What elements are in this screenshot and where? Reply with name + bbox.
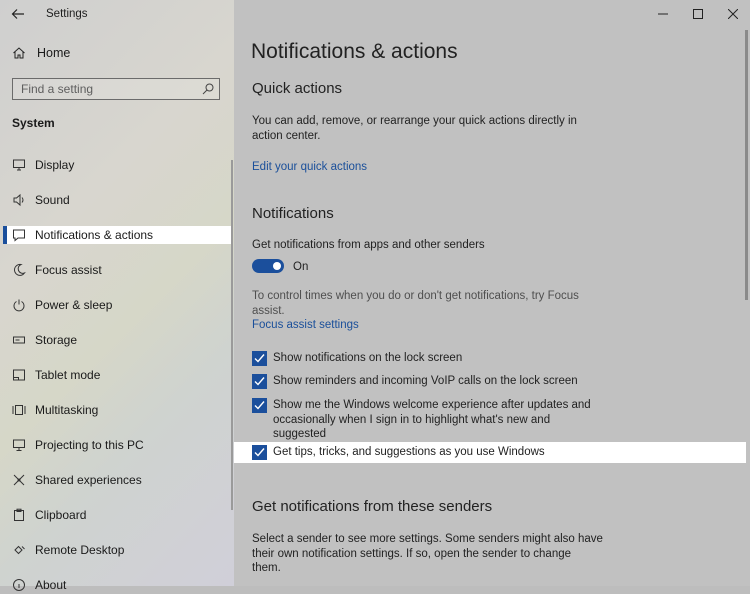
checkbox-lock-screen[interactable]: Show notifications on the lock screen xyxy=(252,351,462,366)
focus-assist-settings-link[interactable]: Focus assist settings xyxy=(252,319,359,331)
focus-assist-text: To control times when you do or don't ge… xyxy=(252,289,579,318)
checkbox[interactable] xyxy=(252,351,267,366)
checkmark-icon xyxy=(254,377,265,386)
sidebar-item-label: About xyxy=(35,578,67,592)
tablet-icon xyxy=(12,368,26,382)
page-title: Notifications & actions xyxy=(251,40,458,63)
notifications-toggle[interactable] xyxy=(252,259,284,273)
edit-quick-actions-link[interactable]: Edit your quick actions xyxy=(252,161,367,173)
home-label: Home xyxy=(37,46,71,60)
sidebar-item-label: Power & sleep xyxy=(35,298,113,312)
sidebar-item-power-sleep[interactable]: Power & sleep xyxy=(3,296,232,314)
checkbox-label-line: Show me the Windows welcome experience a… xyxy=(273,399,591,411)
senders-description-line: their own notification settings. If so, … xyxy=(252,547,572,560)
section-label-system: System xyxy=(12,116,55,130)
moon-icon xyxy=(12,263,26,277)
notifications-toggle-label: Get notifications from apps and other se… xyxy=(252,239,485,251)
search-icon[interactable] xyxy=(201,82,215,96)
main-content: Notifications & actions Quick actions Yo… xyxy=(234,0,750,586)
home-icon xyxy=(13,47,25,59)
toggle-state-label: On xyxy=(293,261,309,273)
sidebar-item-remote-desktop[interactable]: Remote Desktop xyxy=(3,541,232,559)
sidebar-item-label: Shared experiences xyxy=(35,473,142,487)
checkbox-label-line: occasionally when I sign in to highlight… xyxy=(273,413,551,426)
sidebar-item-projecting[interactable]: Projecting to this PC xyxy=(3,436,232,454)
senders-description-line: them. xyxy=(252,562,281,574)
checkbox-label: Show reminders and incoming VoIP calls o… xyxy=(273,375,578,387)
sidebar-item-display[interactable]: Display xyxy=(3,156,232,174)
checkbox[interactable] xyxy=(252,445,267,460)
checkmark-icon xyxy=(254,401,265,410)
quick-actions-description-line: You can add, remove, or rearrange your q… xyxy=(252,115,577,127)
back-arrow-icon[interactable] xyxy=(9,5,27,23)
minimize-icon xyxy=(657,13,668,15)
multitasking-icon xyxy=(12,403,26,417)
quick-actions-heading: Quick actions xyxy=(252,80,343,97)
maximize-icon xyxy=(692,9,703,19)
close-button[interactable] xyxy=(715,0,750,28)
shared-icon xyxy=(12,473,26,487)
sidebar-item-about[interactable]: About xyxy=(3,576,232,594)
sidebar-item-label: Remote Desktop xyxy=(35,543,125,557)
checkbox-welcome-experience[interactable]: Show me the Windows welcome experience a… xyxy=(252,398,591,442)
sidebar-item-label: Projecting to this PC xyxy=(35,438,144,452)
checkbox-tips-tricks[interactable]: Get tips, tricks, and suggestions as you… xyxy=(252,445,545,460)
window-title: Settings xyxy=(46,8,88,20)
maximize-button[interactable] xyxy=(680,0,715,28)
sidebar-item-clipboard[interactable]: Clipboard xyxy=(3,506,232,524)
checkbox-voip-calls[interactable]: Show reminders and incoming VoIP calls o… xyxy=(252,374,578,389)
checkbox-label: Show me the Windows welcome experience a… xyxy=(273,398,591,442)
sidebar-scrollbar[interactable] xyxy=(231,160,233,510)
projecting-icon xyxy=(12,438,26,452)
search-input[interactable] xyxy=(13,79,201,99)
sidebar-item-multitasking[interactable]: Multitasking xyxy=(3,401,232,419)
highlighted-row: Get tips, tricks, and suggestions as you… xyxy=(234,442,746,463)
sidebar-item-tablet-mode[interactable]: Tablet mode xyxy=(3,366,232,384)
checkbox[interactable] xyxy=(252,398,267,413)
sidebar-item-label: Display xyxy=(35,158,75,172)
checkbox[interactable] xyxy=(252,374,267,389)
focus-assist-text-line: To control times when you do or don't ge… xyxy=(252,290,579,302)
checkbox-label-line: suggested xyxy=(273,428,327,440)
sidebar-item-label: Focus assist xyxy=(35,263,102,277)
window-controls xyxy=(645,0,750,28)
notifications-icon xyxy=(12,228,26,242)
quick-actions-description-line: action center. xyxy=(252,129,321,142)
sidebar-item-shared-experiences[interactable]: Shared experiences xyxy=(3,471,232,489)
sidebar-item-label: Sound xyxy=(35,193,70,207)
sidebar-item-storage[interactable]: Storage xyxy=(3,331,232,349)
clipboard-icon xyxy=(12,508,26,522)
sound-icon xyxy=(12,193,26,207)
close-icon xyxy=(727,9,738,19)
senders-description: Select a sender to see more settings. So… xyxy=(252,532,603,576)
sidebar-item-label: Tablet mode xyxy=(35,368,101,382)
quick-actions-description: You can add, remove, or rearrange your q… xyxy=(252,114,577,143)
focus-assist-text-line: assist. xyxy=(252,304,285,317)
storage-icon xyxy=(12,333,26,347)
sidebar-item-sound[interactable]: Sound xyxy=(3,191,232,209)
senders-description-line: Select a sender to see more settings. So… xyxy=(252,533,603,545)
search-box[interactable] xyxy=(12,78,220,100)
checkbox-label: Get tips, tricks, and suggestions as you… xyxy=(273,446,545,458)
remote-desktop-icon xyxy=(12,543,26,557)
checkmark-icon xyxy=(254,448,265,457)
senders-heading: Get notifications from these senders xyxy=(252,498,493,515)
sidebar: Settings Home System Display Sound Notif… xyxy=(0,0,234,592)
minimize-button[interactable] xyxy=(645,0,680,28)
sidebar-item-focus-assist[interactable]: Focus assist xyxy=(3,261,232,279)
sidebar-item-label: Clipboard xyxy=(35,508,87,522)
home-link[interactable]: Home xyxy=(12,46,70,60)
content-scrollbar[interactable] xyxy=(745,30,748,300)
checkmark-icon xyxy=(254,354,265,363)
sidebar-item-label: Multitasking xyxy=(35,403,99,417)
sidebar-item-label: Storage xyxy=(35,333,78,347)
power-icon xyxy=(12,298,26,312)
sidebar-item-label: Notifications & actions xyxy=(35,228,154,242)
sidebar-item-notifications[interactable]: Notifications & actions xyxy=(3,226,232,244)
about-icon xyxy=(12,578,26,592)
display-icon xyxy=(12,158,26,172)
notifications-heading: Notifications xyxy=(252,205,334,222)
checkbox-label: Show notifications on the lock screen xyxy=(273,352,463,364)
